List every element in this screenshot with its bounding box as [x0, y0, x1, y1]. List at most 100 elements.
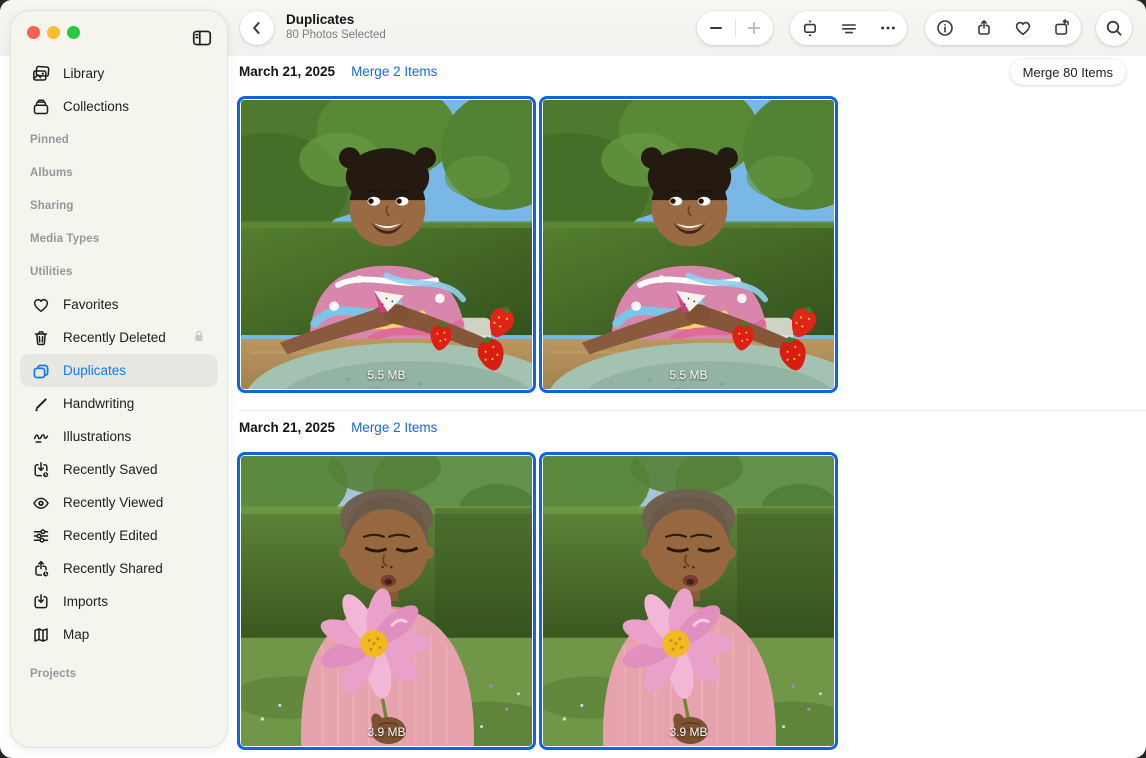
sidebar-item-label: Imports [63, 594, 108, 609]
sidebar-item-label: Collections [63, 99, 129, 114]
sidebar-item-handwriting[interactable]: Handwriting [20, 387, 218, 420]
scribble-icon [30, 426, 52, 448]
sidebar-section-utilities: Utilities [20, 255, 218, 288]
sidebar-item-favorites[interactable]: Favorites [20, 288, 218, 321]
filter-button[interactable] [829, 11, 868, 45]
more-button[interactable] [868, 11, 907, 45]
sidebar-item-label: Duplicates [63, 363, 126, 378]
zoom-out-icon [706, 18, 726, 38]
sidebar-item-recently-viewed[interactable]: Recently Viewed [20, 486, 218, 519]
merge-items-link[interactable]: Merge 2 Items [351, 420, 437, 435]
sidebar-toggle-button[interactable] [189, 25, 215, 51]
favorite-button[interactable] [1003, 11, 1042, 45]
sidebar-item-imports[interactable]: Imports [20, 585, 218, 618]
sidebar-item-label: Favorites [63, 297, 119, 312]
photo-tile[interactable]: 3.9 MB [237, 452, 536, 750]
zoom-in-button[interactable] [736, 11, 774, 45]
zoom-window-button[interactable] [67, 26, 80, 39]
sidebar-section-media-types: Media Types [20, 222, 218, 255]
share-badge-icon [30, 558, 52, 580]
photo-thumbnail: 5.5 MB [241, 100, 532, 389]
zoom-in-icon [744, 18, 764, 38]
lock-icon [190, 327, 208, 348]
page-title: Duplicates [286, 12, 386, 27]
map-icon [30, 624, 52, 646]
photos-app-window: Library Collections Pinned Albums Sharin… [0, 0, 1146, 758]
search-button[interactable] [1096, 10, 1132, 46]
sidebar-item-map[interactable]: Map [20, 618, 218, 651]
chevron-left-icon [247, 18, 267, 38]
sidebar-item-illustrations[interactable]: Illustrations [20, 420, 218, 453]
minimize-window-button[interactable] [47, 26, 60, 39]
rotate-button[interactable] [1042, 11, 1081, 45]
fit-to-window-button[interactable] [790, 11, 829, 45]
sidebar-toggle-icon [191, 27, 213, 49]
trash-icon [30, 327, 52, 349]
sidebar-item-recently-deleted[interactable]: Recently Deleted [20, 321, 218, 354]
traffic-lights [27, 26, 80, 39]
sidebar-section-albums: Albums [20, 156, 218, 189]
photo-thumbnail: 3.9 MB [543, 456, 834, 746]
photo-thumbnail: 5.5 MB [543, 100, 834, 389]
library-icon [30, 63, 52, 85]
section-header: March 21, 2025 Merge 2 Items [239, 64, 437, 79]
section-date: March 21, 2025 [239, 64, 335, 79]
eye-icon [30, 492, 52, 514]
sidebar-item-label: Recently Edited [63, 528, 158, 543]
sidebar: Library Collections Pinned Albums Sharin… [10, 10, 228, 748]
sidebar-section-sharing: Sharing [20, 189, 218, 222]
file-size-label: 5.5 MB [241, 368, 532, 382]
pen-icon [30, 393, 52, 415]
info-button[interactable] [925, 11, 964, 45]
sidebar-item-label: Recently Shared [63, 561, 163, 576]
sidebar-item-label: Recently Deleted [63, 330, 166, 345]
actions-group [925, 11, 1081, 45]
import-icon [30, 591, 52, 613]
photo-thumbnail: 3.9 MB [241, 456, 532, 746]
sidebar-item-label: Illustrations [63, 429, 131, 444]
fit-to-window-icon [800, 18, 820, 38]
sidebar-item-collections[interactable]: Collections [20, 90, 218, 123]
merge-items-link[interactable]: Merge 2 Items [351, 64, 437, 79]
back-button[interactable] [240, 11, 274, 45]
info-icon [935, 18, 955, 38]
sidebar-list: Library Collections Pinned Albums Sharin… [20, 57, 218, 690]
share-icon [974, 18, 994, 38]
file-size-label: 3.9 MB [543, 725, 834, 739]
sidebar-item-recently-shared[interactable]: Recently Shared [20, 552, 218, 585]
rotate-icon [1052, 18, 1072, 38]
sidebar-item-recently-saved[interactable]: Recently Saved [20, 453, 218, 486]
section-date: March 21, 2025 [239, 420, 335, 435]
sidebar-item-label: Recently Saved [63, 462, 158, 477]
section-divider [238, 410, 1146, 411]
zoom-out-button[interactable] [697, 11, 735, 45]
save-badge-icon [30, 459, 52, 481]
collections-icon [30, 96, 52, 118]
view-options-group [790, 11, 907, 45]
sidebar-item-library[interactable]: Library [20, 57, 218, 90]
file-size-label: 5.5 MB [543, 368, 834, 382]
sidebar-item-duplicates[interactable]: Duplicates [20, 354, 218, 387]
sidebar-section-pinned: Pinned [20, 123, 218, 156]
selection-count: 80 Photos Selected [286, 29, 386, 41]
search-icon [1104, 18, 1124, 38]
photo-tile[interactable]: 5.5 MB [539, 96, 838, 393]
section-header: March 21, 2025 Merge 2 Items [239, 420, 437, 435]
view-title-block: Duplicates 80 Photos Selected [286, 12, 386, 41]
more-icon [878, 18, 898, 38]
sidebar-item-recently-edited[interactable]: Recently Edited [20, 519, 218, 552]
sidebar-item-label: Handwriting [63, 396, 134, 411]
sidebar-item-label: Library [63, 66, 104, 81]
sidebar-item-label: Map [63, 627, 89, 642]
merge-all-button[interactable]: Merge 80 Items [1010, 59, 1126, 85]
duplicates-icon [30, 360, 52, 382]
share-button[interactable] [964, 11, 1003, 45]
sidebar-item-label: Recently Viewed [63, 495, 163, 510]
close-window-button[interactable] [27, 26, 40, 39]
filter-icon [839, 18, 859, 38]
heart-icon [30, 294, 52, 316]
photo-tile[interactable]: 5.5 MB [237, 96, 536, 393]
photo-tile[interactable]: 3.9 MB [539, 452, 838, 750]
zoom-controls [697, 11, 773, 45]
sliders-icon [30, 525, 52, 547]
